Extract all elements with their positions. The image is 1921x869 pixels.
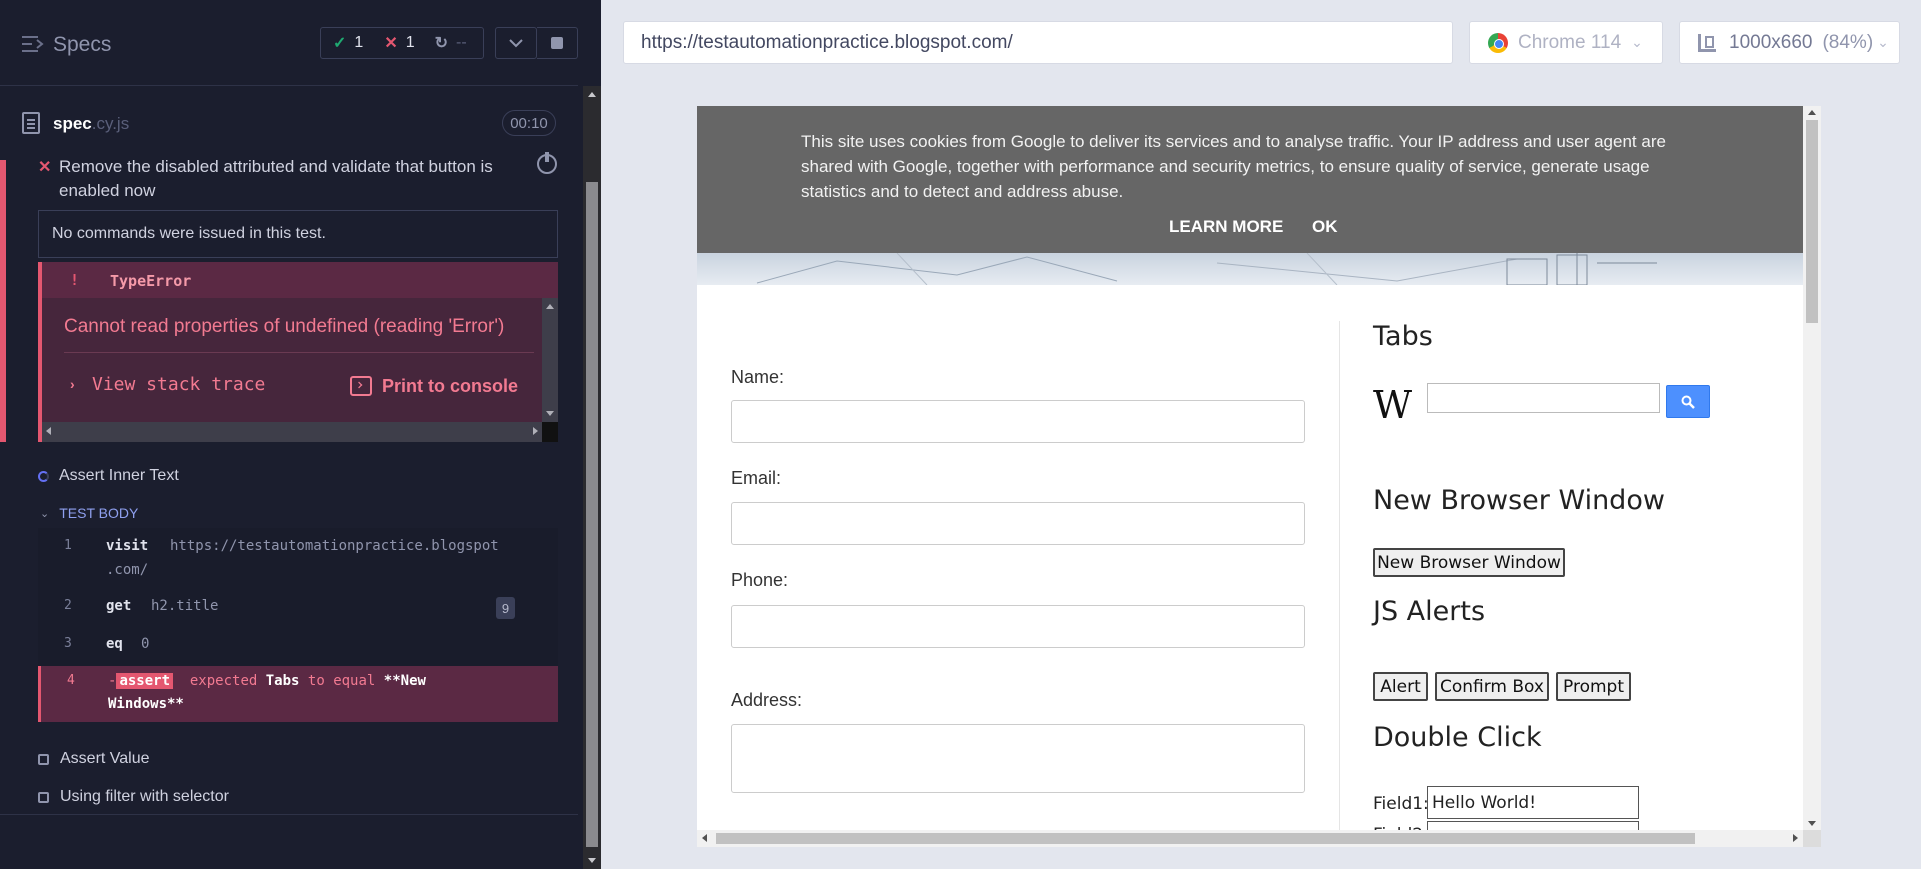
error-header: ! TypeError [42, 262, 558, 298]
error-panel: ! TypeError Cannot read properties of un… [38, 262, 558, 442]
test-item-using-filter[interactable]: Using filter with selector [38, 788, 229, 806]
test-title: Assert Inner Text [59, 467, 179, 484]
column-divider [1339, 321, 1340, 830]
error-vertical-scrollbar[interactable] [542, 298, 558, 422]
divider [64, 352, 534, 353]
browser-selector[interactable]: Chrome 114 ⌄ [1469, 21, 1663, 64]
spec-duration: 00:10 [502, 110, 556, 136]
test-item-assert-value[interactable]: Assert Value [38, 750, 150, 768]
pending-count: ↻ -- [434, 34, 467, 52]
test-stats: ✓ 1 ✕ 1 ↻ -- [320, 27, 484, 59]
cookie-banner: This site uses cookies from Google to de… [697, 106, 1803, 253]
name-input[interactable] [731, 400, 1305, 443]
field1-label: Field1: [1373, 794, 1429, 814]
new-browser-window-button[interactable]: New Browser Window [1373, 548, 1565, 577]
email-label: Email: [731, 468, 782, 488]
js-alerts-title: JS Alerts [1373, 596, 1486, 627]
phone-label: Phone: [731, 570, 789, 590]
reporter-scrollbar[interactable] [583, 86, 601, 869]
scroll-corner [542, 422, 558, 442]
file-icon [22, 112, 40, 134]
double-click-title: Double Click [1373, 722, 1542, 753]
name-label: Name: [731, 367, 785, 387]
error-icon: ! [70, 271, 80, 289]
email-input[interactable] [731, 502, 1305, 545]
stop-button[interactable] [537, 27, 578, 59]
pending-icon [38, 753, 49, 765]
expand-collapse-button[interactable] [495, 27, 537, 59]
confirm-box-button[interactable]: Confirm Box [1435, 672, 1549, 701]
scroll-corner [1803, 830, 1821, 847]
aut-horizontal-scrollbar[interactable] [697, 830, 1803, 847]
failed-count: ✕ 1 [384, 34, 415, 52]
no-commands-message: No commands were issued in this test. [38, 210, 558, 258]
print-to-console-button[interactable]: Print to console [382, 376, 518, 397]
specs-list-icon[interactable] [22, 35, 44, 53]
passed-count: ✓ 1 [333, 34, 364, 52]
terminal-icon[interactable] [350, 376, 372, 396]
spec-filename: spec.cy.js [53, 114, 130, 133]
x-icon: ✕ [384, 35, 398, 52]
spinner-icon: ↻ [434, 35, 449, 52]
test-body-toggle[interactable]: ⌄ TEST BODY [40, 505, 138, 521]
alert-button[interactable]: Alert [1373, 672, 1428, 701]
address-textarea[interactable] [731, 724, 1305, 793]
cookie-ok-button[interactable]: OK [1312, 217, 1338, 237]
test-item-assert-inner-text[interactable]: Assert Inner Text [38, 467, 179, 485]
error-message: Cannot read properties of undefined (rea… [64, 316, 505, 337]
command-get[interactable]: 2 get h2.title [38, 598, 558, 622]
view-stack-trace-link[interactable]: View stack trace [92, 374, 265, 395]
command-eq[interactable]: 3 eq 0 [38, 636, 558, 660]
specs-label[interactable]: Specs [53, 33, 111, 57]
failed-indicator [0, 160, 6, 442]
reporter-panel: Specs ✓ 1 ✕ 1 ↻ -- spec.cy.js 00:10 ✕ Re… [0, 0, 601, 869]
wikipedia-search-button[interactable] [1666, 385, 1710, 418]
error-type: TypeError [110, 272, 192, 290]
failed-test-title[interactable]: Remove the disabled attributed and valid… [59, 155, 529, 203]
fail-x-icon: ✕ [38, 159, 52, 176]
element-count-badge: 9 [496, 597, 515, 619]
chrome-icon [1488, 32, 1508, 53]
wikipedia-search-input[interactable] [1427, 383, 1660, 413]
check-icon: ✓ [333, 35, 347, 52]
running-spinner-icon [38, 470, 49, 482]
wikipedia-icon: W [1373, 383, 1413, 427]
command-assert-failed[interactable]: 4 - assert expected Tabs to equal **New W… [38, 666, 558, 722]
chevron-down-icon: ⌄ [1631, 34, 1643, 50]
address-label: Address: [731, 690, 803, 710]
prompt-button[interactable]: Prompt [1556, 672, 1631, 701]
chevron-down-icon [509, 38, 523, 47]
field1-input[interactable]: Hello World! [1427, 786, 1639, 819]
command-visit[interactable]: 1 visit https://testautomationpractice.b… [38, 538, 558, 588]
learn-more-link[interactable]: LEARN MORE [1169, 217, 1283, 237]
spec-header: spec.cy.js [0, 100, 578, 146]
stop-icon [551, 37, 563, 49]
divider [0, 814, 578, 815]
aut-vertical-scrollbar[interactable] [1803, 106, 1821, 830]
reporter-header: Specs ✓ 1 ✕ 1 ↻ -- [0, 0, 578, 86]
tabs-title: Tabs [1373, 321, 1433, 352]
phone-input[interactable] [731, 605, 1305, 648]
error-horizontal-scrollbar[interactable] [42, 422, 542, 442]
pending-icon [38, 791, 49, 803]
header-banner-image [697, 253, 1803, 285]
chevron-down-icon: ⌄ [1877, 34, 1889, 50]
search-icon [1681, 395, 1695, 409]
page-content: Name: Email: Phone: Address: Tabs W New … [697, 285, 1803, 845]
new-window-title: New Browser Window [1373, 485, 1665, 516]
app-under-test-frame: This site uses cookies from Google to de… [697, 106, 1821, 847]
cookie-text: This site uses cookies from Google to de… [801, 132, 1666, 201]
viewport-selector[interactable]: 1000x660 (84%) ⌄ [1679, 21, 1900, 64]
url-bar[interactable]: https://testautomationpractice.blogspot.… [623, 21, 1453, 64]
chevron-down-icon: ⌄ [40, 507, 50, 520]
viewport-icon [1698, 33, 1716, 52]
chevron-right-icon[interactable]: › [70, 376, 75, 392]
rerun-icon[interactable] [537, 152, 557, 174]
